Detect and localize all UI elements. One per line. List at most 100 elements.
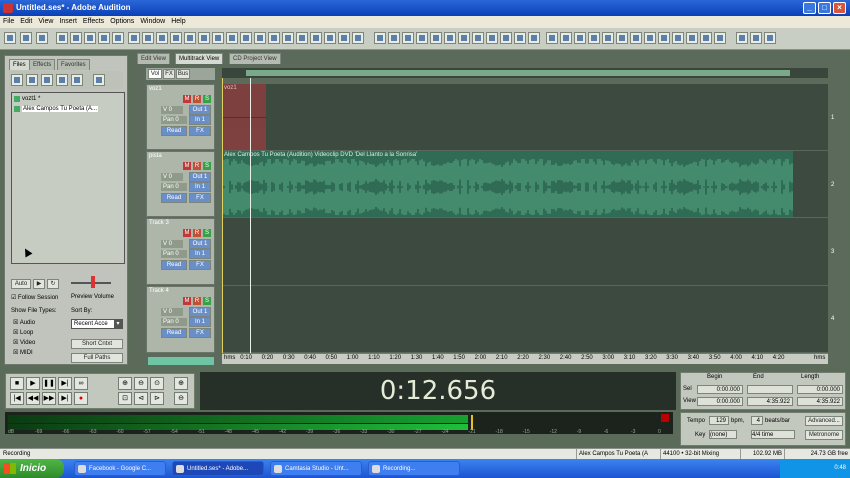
- menu-help[interactable]: Help: [171, 18, 185, 25]
- toolbar-tool-icon[interactable]: [142, 32, 154, 44]
- track-lane[interactable]: [222, 286, 828, 353]
- playhead-cursor[interactable]: [250, 78, 251, 354]
- toolbar-tool-icon[interactable]: [500, 32, 512, 44]
- input-button[interactable]: In 1: [189, 317, 211, 327]
- clip-indicator[interactable]: [661, 414, 669, 422]
- record-arm-button[interactable]: R: [193, 297, 201, 305]
- toolbar-tool-icon[interactable]: [658, 32, 670, 44]
- clock[interactable]: 0:48: [834, 465, 846, 471]
- toolbar-tool-icon[interactable]: [170, 32, 182, 44]
- view-length-field[interactable]: 4:35.922: [797, 397, 843, 406]
- toolbar-tool-icon[interactable]: [486, 32, 498, 44]
- toolbar-tool-icon[interactable]: [736, 32, 748, 44]
- toolbar-tool-icon[interactable]: [458, 32, 470, 44]
- toolbar-tool-icon[interactable]: [574, 32, 586, 44]
- stop-button[interactable]: ■: [10, 377, 24, 390]
- tab-multitrack-view[interactable]: Multitrack View: [175, 53, 224, 64]
- tab-favorites[interactable]: Favorites: [57, 59, 90, 70]
- loop-button[interactable]: ∞: [74, 377, 88, 390]
- track-name[interactable]: Track 3: [149, 220, 169, 226]
- toolbar-tool-icon[interactable]: [338, 32, 350, 44]
- tab-fx[interactable]: FX: [163, 69, 175, 79]
- toolbar-tool-icon[interactable]: [374, 32, 386, 44]
- full-paths-button[interactable]: Full Paths: [71, 353, 123, 363]
- task-camtasia[interactable]: Camtasia Studio - Unt...: [270, 461, 362, 476]
- toolbar-tool-icon[interactable]: [700, 32, 712, 44]
- view-begin-field[interactable]: 0:00.000: [697, 397, 743, 406]
- horizontal-zoom-strip[interactable]: [148, 357, 214, 365]
- type-video-checkbox[interactable]: ☒ Video: [13, 339, 35, 346]
- output-button[interactable]: Out 1: [189, 172, 211, 182]
- toolbar-tool-icon[interactable]: [416, 32, 428, 44]
- zoom-selection-icon[interactable]: ⊡: [118, 392, 132, 405]
- mute-button[interactable]: M: [183, 162, 191, 170]
- toolbar-tool-icon[interactable]: [686, 32, 698, 44]
- time-signature-select[interactable]: 4/4 time: [751, 430, 795, 439]
- tab-vol[interactable]: Vol: [148, 69, 162, 79]
- track-name[interactable]: voz1: [149, 86, 162, 92]
- automation-read-button[interactable]: Read: [161, 126, 187, 136]
- track-name[interactable]: Track 4: [149, 288, 169, 294]
- toolbar-tool-icon[interactable]: [588, 32, 600, 44]
- beats-field[interactable]: 4: [751, 416, 763, 425]
- fx-button[interactable]: FX: [189, 328, 211, 338]
- start-marker[interactable]: [222, 78, 223, 354]
- toolbar-tool-icon[interactable]: [212, 32, 224, 44]
- menu-view[interactable]: View: [38, 18, 53, 25]
- toolbar-tool-icon[interactable]: [714, 32, 726, 44]
- solo-button[interactable]: S: [203, 162, 211, 170]
- minimize-button[interactable]: _: [803, 2, 816, 14]
- output-button[interactable]: Out 1: [189, 239, 211, 249]
- record-button[interactable]: ●: [74, 392, 88, 405]
- play-to-end-button[interactable]: ▶|: [58, 377, 72, 390]
- advanced-button[interactable]: Advanced...: [805, 416, 843, 426]
- play-preview-button[interactable]: ▶: [33, 279, 45, 289]
- open-file-icon[interactable]: [26, 74, 38, 86]
- sel-begin-field[interactable]: 0:00.000: [697, 385, 743, 394]
- solo-button[interactable]: S: [203, 229, 211, 237]
- track-lane[interactable]: [222, 218, 828, 286]
- volume-field[interactable]: V 0: [161, 173, 183, 181]
- toolbar-tool-icon[interactable]: [156, 32, 168, 44]
- file-item[interactable]: Alex Campos Tu Poeta (A...: [22, 106, 99, 112]
- menu-options[interactable]: Options: [110, 18, 134, 25]
- view-end-field[interactable]: 4:35.922: [747, 397, 793, 406]
- zoom-out-vertical-icon[interactable]: ⊖: [174, 392, 188, 405]
- autoplay-button[interactable]: Auto: [11, 279, 31, 289]
- toolbar-tool-icon[interactable]: [324, 32, 336, 44]
- input-button[interactable]: In 1: [189, 249, 211, 259]
- play-button[interactable]: ▶: [26, 377, 40, 390]
- automation-read-button[interactable]: Read: [161, 260, 187, 270]
- song-clip[interactable]: Alex Campos Tu Poeta (Audition) Videocli…: [222, 151, 793, 217]
- menu-window[interactable]: Window: [140, 18, 165, 25]
- mute-button[interactable]: M: [183, 95, 191, 103]
- pan-field[interactable]: Pan 0: [161, 116, 187, 124]
- volume-field[interactable]: V 0: [161, 240, 183, 248]
- toolbar-tool-icon[interactable]: [20, 32, 32, 44]
- toolbar-tool-icon[interactable]: [112, 32, 124, 44]
- menu-effects[interactable]: Effects: [83, 18, 104, 25]
- toolbar-tool-icon[interactable]: [4, 32, 16, 44]
- output-button[interactable]: Out 1: [189, 307, 211, 317]
- toolbar-tool-icon[interactable]: [352, 32, 364, 44]
- toolbar-tool-icon[interactable]: [672, 32, 684, 44]
- sel-length-field[interactable]: 0:00.000: [797, 385, 843, 394]
- pan-field[interactable]: Pan 0: [161, 318, 187, 326]
- pan-field[interactable]: Pan 0: [161, 183, 187, 191]
- toolbar-tool-icon[interactable]: [560, 32, 572, 44]
- sel-end-field[interactable]: [747, 385, 793, 394]
- track-name[interactable]: pista: [149, 153, 162, 159]
- input-button[interactable]: In 1: [189, 182, 211, 192]
- toolbar-tool-icon[interactable]: [98, 32, 110, 44]
- zoom-in-horizontal-icon[interactable]: ⊕: [118, 377, 132, 390]
- time-ruler[interactable]: hms 0:10 0:20 0:30 0:40 0:50 1:00 1:10 1:20 1:30 1…: [222, 353, 828, 364]
- overview-range[interactable]: [246, 70, 790, 76]
- fx-button[interactable]: FX: [189, 260, 211, 270]
- toolbar-tool-icon[interactable]: [184, 32, 196, 44]
- toolbar-tool-icon[interactable]: [282, 32, 294, 44]
- type-midi-checkbox[interactable]: ☒ MIDI: [13, 349, 33, 356]
- tab-bus[interactable]: Bus: [176, 69, 190, 79]
- tempo-field[interactable]: 129: [709, 416, 729, 425]
- sort-by-select[interactable]: Recent Acce ▾: [71, 319, 123, 329]
- tab-effects[interactable]: Effects: [29, 59, 56, 70]
